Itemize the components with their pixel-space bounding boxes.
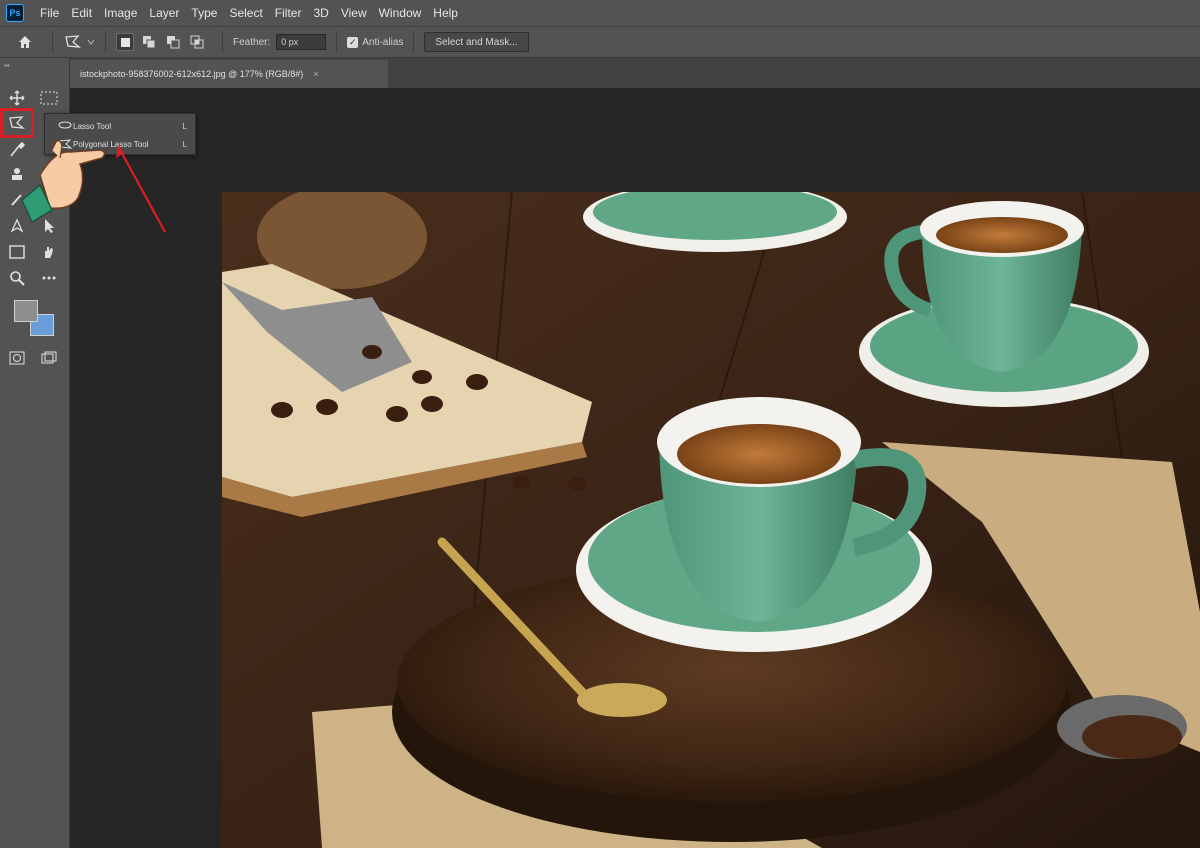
person-stamp-icon: [12, 168, 22, 180]
zoom-icon: [10, 271, 25, 286]
menu-image[interactable]: Image: [98, 6, 143, 20]
flyout-item-lasso[interactable]: Lasso Tool L: [45, 117, 195, 135]
brush-icon: [11, 194, 22, 206]
photoshop-logo: Ps: [6, 4, 24, 22]
home-button[interactable]: [8, 28, 42, 56]
marquee-tool[interactable]: [36, 86, 62, 110]
quick-selection-tool[interactable]: [4, 138, 30, 162]
options-divider: [336, 31, 338, 53]
quick-mask-icon: [9, 351, 25, 365]
document-tab-bar: istockphoto-958376002-612x612.jpg @ 177%…: [70, 58, 1200, 88]
feather-input[interactable]: [276, 34, 327, 50]
menu-window[interactable]: Window: [373, 6, 428, 20]
lasso-icon: [65, 35, 82, 48]
intersect-selection-button[interactable]: [188, 33, 206, 51]
options-divider: [105, 31, 106, 53]
document-tab[interactable]: istockphoto-958376002-612x612.jpg @ 177%…: [70, 60, 388, 88]
pen-icon: [10, 218, 24, 233]
path-selection-tool[interactable]: [36, 214, 62, 238]
menu-3d[interactable]: 3D: [307, 6, 334, 20]
menu-filter[interactable]: Filter: [269, 6, 308, 20]
lasso-tool-flyout: Lasso Tool L Polygonal Lasso Tool L: [44, 113, 196, 155]
zoom-tool[interactable]: [4, 266, 30, 290]
panel-grip-icon[interactable]: ▪▪: [4, 61, 10, 70]
canvas-image[interactable]: [222, 192, 1200, 848]
flyout-shortcut: L: [182, 139, 187, 149]
tool-preset-picker[interactable]: [63, 34, 95, 50]
flyout-label: Polygonal Lasso Tool: [73, 139, 149, 149]
new-selection-button[interactable]: [116, 33, 134, 51]
subtract-selection-icon: [167, 36, 180, 49]
document-title: istockphoto-958376002-612x612.jpg @ 177%…: [80, 69, 304, 79]
more-icon: [42, 276, 56, 280]
options-divider: [413, 31, 415, 53]
options-bar: Feather: ✓ Anti-alias Select and Mask...: [0, 26, 1200, 58]
flyout-item-polygonal-lasso[interactable]: Polygonal Lasso Tool L: [45, 135, 195, 153]
antialias-label: Anti-alias: [362, 36, 404, 48]
pen-tool[interactable]: [4, 214, 30, 238]
options-divider: [222, 31, 223, 53]
flyout-shortcut: L: [182, 121, 187, 131]
menu-file[interactable]: File: [34, 6, 65, 20]
brush-tool[interactable]: [4, 188, 30, 212]
tools-panel: ▪▪: [0, 58, 70, 848]
lasso-icon: [58, 121, 72, 129]
select-arrow-icon: [45, 219, 54, 233]
add-selection-icon: [143, 36, 156, 49]
chevron-down-icon: [87, 39, 95, 45]
lasso-tool[interactable]: [0, 108, 34, 138]
screen-mode-icon: [41, 351, 57, 364]
foreground-color-swatch[interactable]: [14, 300, 38, 322]
select-and-mask-button[interactable]: Select and Mask...: [424, 32, 529, 52]
rectangle-tool[interactable]: [4, 240, 30, 264]
intersect-selection-icon: [190, 35, 204, 49]
polygonal-lasso-icon: [58, 139, 73, 149]
menu-help[interactable]: Help: [427, 6, 464, 20]
menu-type[interactable]: Type: [185, 6, 223, 20]
subtract-from-selection-button[interactable]: [164, 33, 182, 51]
hand-tool[interactable]: [36, 240, 62, 264]
checkbox-checked-icon: ✓: [347, 36, 359, 48]
brush-select-icon: [10, 142, 25, 157]
menu-bar: Ps File Edit Image Layer Type Select Fil…: [0, 0, 1200, 26]
screen-mode-button[interactable]: [36, 346, 62, 370]
move-icon: [9, 90, 25, 106]
lasso-icon: [9, 116, 26, 129]
hand-icon: [45, 247, 53, 258]
feather-label: Feather:: [233, 36, 271, 48]
rectangle-icon: [9, 245, 25, 259]
options-divider: [52, 31, 53, 53]
more-tools-button[interactable]: [36, 266, 62, 290]
marquee-icon: [40, 91, 58, 105]
flyout-label: Lasso Tool: [73, 121, 112, 131]
menu-edit[interactable]: Edit: [65, 6, 98, 20]
move-tool[interactable]: [4, 86, 30, 110]
menu-layer[interactable]: Layer: [143, 6, 185, 20]
add-to-selection-button[interactable]: [140, 33, 158, 51]
antialias-checkbox[interactable]: ✓ Anti-alias: [347, 36, 404, 48]
home-icon: [19, 36, 31, 48]
quick-mask-button[interactable]: [4, 346, 30, 370]
crop-tool[interactable]: [4, 162, 30, 186]
menu-select[interactable]: Select: [223, 6, 268, 20]
new-selection-icon: [120, 37, 130, 47]
close-icon[interactable]: ×: [313, 69, 318, 79]
menu-view[interactable]: View: [335, 6, 373, 20]
